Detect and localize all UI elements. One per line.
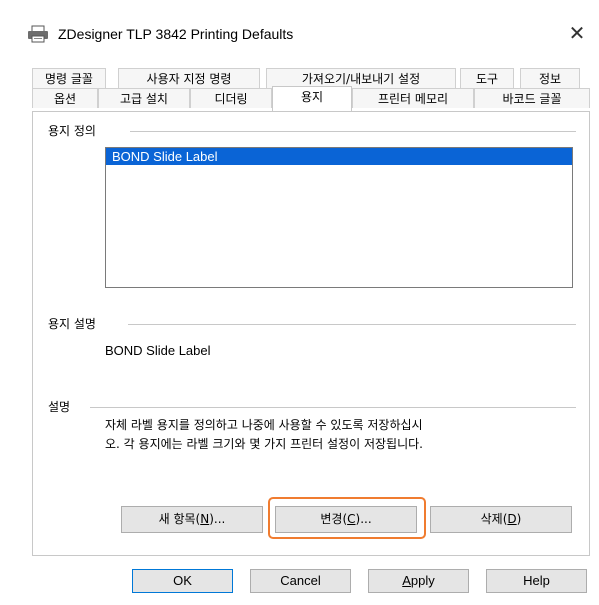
description-line-2: 오. 각 용지에는 라벨 크기와 몇 가지 프린터 설정이 저장됩니다. (105, 437, 423, 451)
tab-barcode-font[interactable]: 바코드 글꼴 (474, 88, 590, 108)
paper-definition-label: 용지 정의 (48, 122, 100, 139)
new-item-label: 새 항목( (158, 512, 201, 526)
close-icon: ✕ (568, 21, 586, 45)
new-item-button[interactable]: 새 항목(N)... (121, 506, 263, 533)
description-text: 자체 라벨 용지를 정의하고 나중에 사용할 수 있도록 저장하십시 오. 각 … (105, 416, 575, 454)
tab-import-export[interactable]: 가져오기/내보내기 설정 (266, 68, 456, 88)
close-button[interactable]: ✕ (562, 18, 592, 48)
delete-accelerator: D (507, 512, 517, 526)
delete-button[interactable]: 삭제(D) (430, 506, 572, 533)
tab-tools[interactable]: 도구 (460, 68, 514, 88)
description-label: 설명 (48, 398, 75, 415)
tab-paper[interactable]: 용지 (272, 86, 352, 111)
list-item[interactable]: BOND Slide Label (106, 148, 572, 165)
change-accelerator: C (347, 512, 356, 526)
paper-description-value: BOND Slide Label (105, 343, 211, 358)
paper-description-label: 용지 설명 (48, 315, 100, 332)
help-button[interactable]: Help (486, 569, 587, 593)
apply-label: pply (410, 573, 435, 588)
description-line-1: 자체 라벨 용지를 정의하고 나중에 사용할 수 있도록 저장하십시 (105, 418, 423, 432)
delete-suffix: ) (516, 512, 522, 526)
ok-button[interactable]: OK (132, 569, 233, 593)
tab-custom-command[interactable]: 사용자 지정 명령 (118, 68, 260, 88)
printer-icon (28, 25, 48, 43)
separator (130, 131, 576, 132)
separator (90, 407, 576, 408)
tab-about[interactable]: 정보 (520, 68, 580, 88)
separator (128, 324, 576, 325)
cancel-button[interactable]: Cancel (250, 569, 351, 593)
tab-dithering[interactable]: 디더링 (190, 88, 272, 108)
tab-command-font[interactable]: 명령 글꼴 (32, 68, 106, 88)
apply-accelerator: A (402, 573, 411, 588)
change-button[interactable]: 변경(C)... (275, 506, 417, 533)
window-title: ZDesigner TLP 3842 Printing Defaults (58, 26, 294, 42)
change-suffix: )... (355, 512, 372, 526)
tab-options[interactable]: 옵션 (32, 88, 98, 108)
delete-label: 삭제( (480, 512, 508, 526)
new-item-suffix: )... (209, 512, 226, 526)
new-item-accelerator: N (200, 512, 210, 526)
apply-button[interactable]: Apply (368, 569, 469, 593)
change-label: 변경( (320, 512, 348, 526)
paper-list[interactable]: BOND Slide Label (105, 147, 573, 288)
tab-advanced-setup[interactable]: 고급 설치 (98, 88, 190, 108)
tab-printer-memory[interactable]: 프린터 메모리 (352, 88, 474, 108)
title-bar: ZDesigner TLP 3842 Printing Defaults ✕ (0, 0, 599, 64)
